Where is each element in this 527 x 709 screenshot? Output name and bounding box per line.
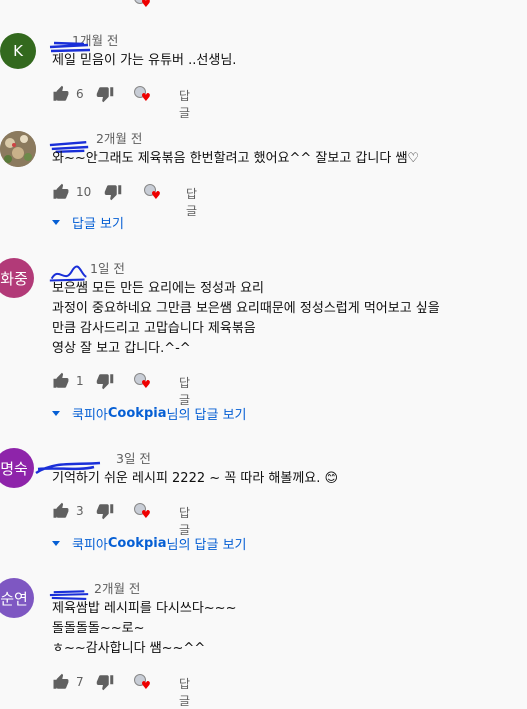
comment-time[interactable]: 2개월 전 bbox=[96, 131, 142, 146]
avatar[interactable] bbox=[0, 131, 36, 167]
thumbs-up-icon bbox=[53, 372, 69, 388]
comment-text: 기억하기 쉬운 레시피 2222 ~ 꼭 따라 해볼께요. 😊 bbox=[52, 471, 339, 486]
creator-heart-icon: ♥ bbox=[134, 673, 151, 691]
creator-heart: ♥ bbox=[144, 183, 161, 201]
comment-text: 와~~안그래도 제육볶음 한번할려고 했어요^^ 잘보고 갑니다 쌤♡ bbox=[52, 151, 420, 166]
like-button[interactable]: 7 bbox=[52, 673, 84, 691]
comment-text: 보은쌤 모든 만든 요리에는 정성과 요리 과정이 중요하네요 그만큼 보은쌤 … bbox=[52, 281, 440, 356]
avatar[interactable]: 순연 bbox=[0, 578, 34, 618]
caret-down-icon bbox=[52, 220, 60, 225]
avatar[interactable]: 화중 bbox=[0, 258, 34, 298]
view-replies-link[interactable]: 답글 보기 bbox=[52, 213, 124, 232]
creator-heart: ♥ bbox=[134, 85, 151, 103]
thumbs-up-icon bbox=[53, 85, 69, 101]
comment-header: 2개월 전 bbox=[49, 578, 140, 600]
reply-button[interactable]: 답글 bbox=[179, 374, 190, 408]
creator-heart: ♥ bbox=[134, 502, 151, 520]
comment-text: 제육쌈밥 레시피를 다시쓰다~~~ 돌돌돌돌~~로~ ㅎ~~감사합니다 쌤~~^… bbox=[52, 601, 237, 656]
like-count: 7 bbox=[76, 675, 84, 689]
dislike-button[interactable] bbox=[96, 372, 114, 390]
like-count: 1 bbox=[76, 374, 84, 388]
creator-heart-icon: ♥ bbox=[134, 85, 151, 103]
comment-text: 제일 믿음이 가는 유튜버 ..선생님. bbox=[52, 53, 237, 68]
comment-time[interactable]: 1일 전 bbox=[90, 261, 125, 276]
comment-time[interactable]: 3일 전 bbox=[116, 451, 151, 466]
thumbs-down-icon bbox=[96, 374, 114, 390]
creator-heart-icon: ♥ bbox=[144, 183, 161, 201]
comment-header: 3일 전 bbox=[35, 448, 151, 475]
comment-time[interactable]: 1개월 전 bbox=[72, 33, 118, 48]
comment-header: 2개월 전 bbox=[49, 128, 142, 153]
creator-heart: ♥ bbox=[134, 372, 151, 390]
thumbs-down-icon bbox=[96, 504, 114, 520]
like-button[interactable]: 10 bbox=[52, 183, 91, 201]
thumbs-up-icon bbox=[53, 502, 69, 518]
thumbs-up-icon bbox=[53, 183, 69, 199]
caret-down-icon bbox=[52, 411, 60, 416]
view-replies-link[interactable]: 쿡피아 Cookpia 님의 답글 보기 bbox=[52, 404, 247, 423]
thumbs-down-icon bbox=[96, 675, 114, 691]
thumbs-down-icon bbox=[96, 87, 114, 103]
previous-comment-actions-remnant: ♥ bbox=[0, 0, 527, 10]
dislike-button[interactable] bbox=[96, 85, 114, 103]
avatar[interactable]: K bbox=[0, 33, 36, 69]
comment-header: 1개월 전 bbox=[49, 30, 118, 53]
like-count: 3 bbox=[76, 504, 84, 518]
reply-button[interactable]: 답글 bbox=[179, 87, 190, 121]
avatar[interactable]: 명숙 bbox=[0, 448, 34, 488]
like-count: 6 bbox=[76, 87, 84, 101]
caret-down-icon bbox=[52, 541, 60, 546]
view-replies-link[interactable]: 쿡피아 Cookpia 님의 답글 보기 bbox=[52, 534, 247, 553]
thumbs-down-icon bbox=[104, 185, 122, 201]
like-button[interactable]: 6 bbox=[52, 85, 84, 103]
thumbs-up-icon bbox=[53, 673, 69, 689]
comment-time[interactable]: 2개월 전 bbox=[94, 581, 140, 596]
like-button[interactable]: 1 bbox=[52, 372, 84, 390]
creator-heart: ♥ bbox=[134, 673, 151, 691]
creator-heart-icon: ♥ bbox=[134, 502, 151, 520]
reply-button[interactable]: 답글 bbox=[186, 185, 197, 219]
comment-header: 1일 전 bbox=[49, 258, 125, 282]
dislike-button[interactable] bbox=[96, 502, 114, 520]
avatar-photo bbox=[0, 131, 36, 167]
creator-heart-icon: ♥ bbox=[134, 0, 151, 9]
reply-button[interactable]: 답글 bbox=[179, 504, 190, 538]
like-button[interactable]: 3 bbox=[52, 502, 84, 520]
reply-button[interactable]: 답글 bbox=[179, 675, 190, 709]
dislike-button[interactable] bbox=[104, 183, 122, 201]
creator-heart-icon: ♥ bbox=[134, 372, 151, 390]
like-count: 10 bbox=[76, 185, 92, 199]
dislike-button[interactable] bbox=[96, 673, 114, 691]
